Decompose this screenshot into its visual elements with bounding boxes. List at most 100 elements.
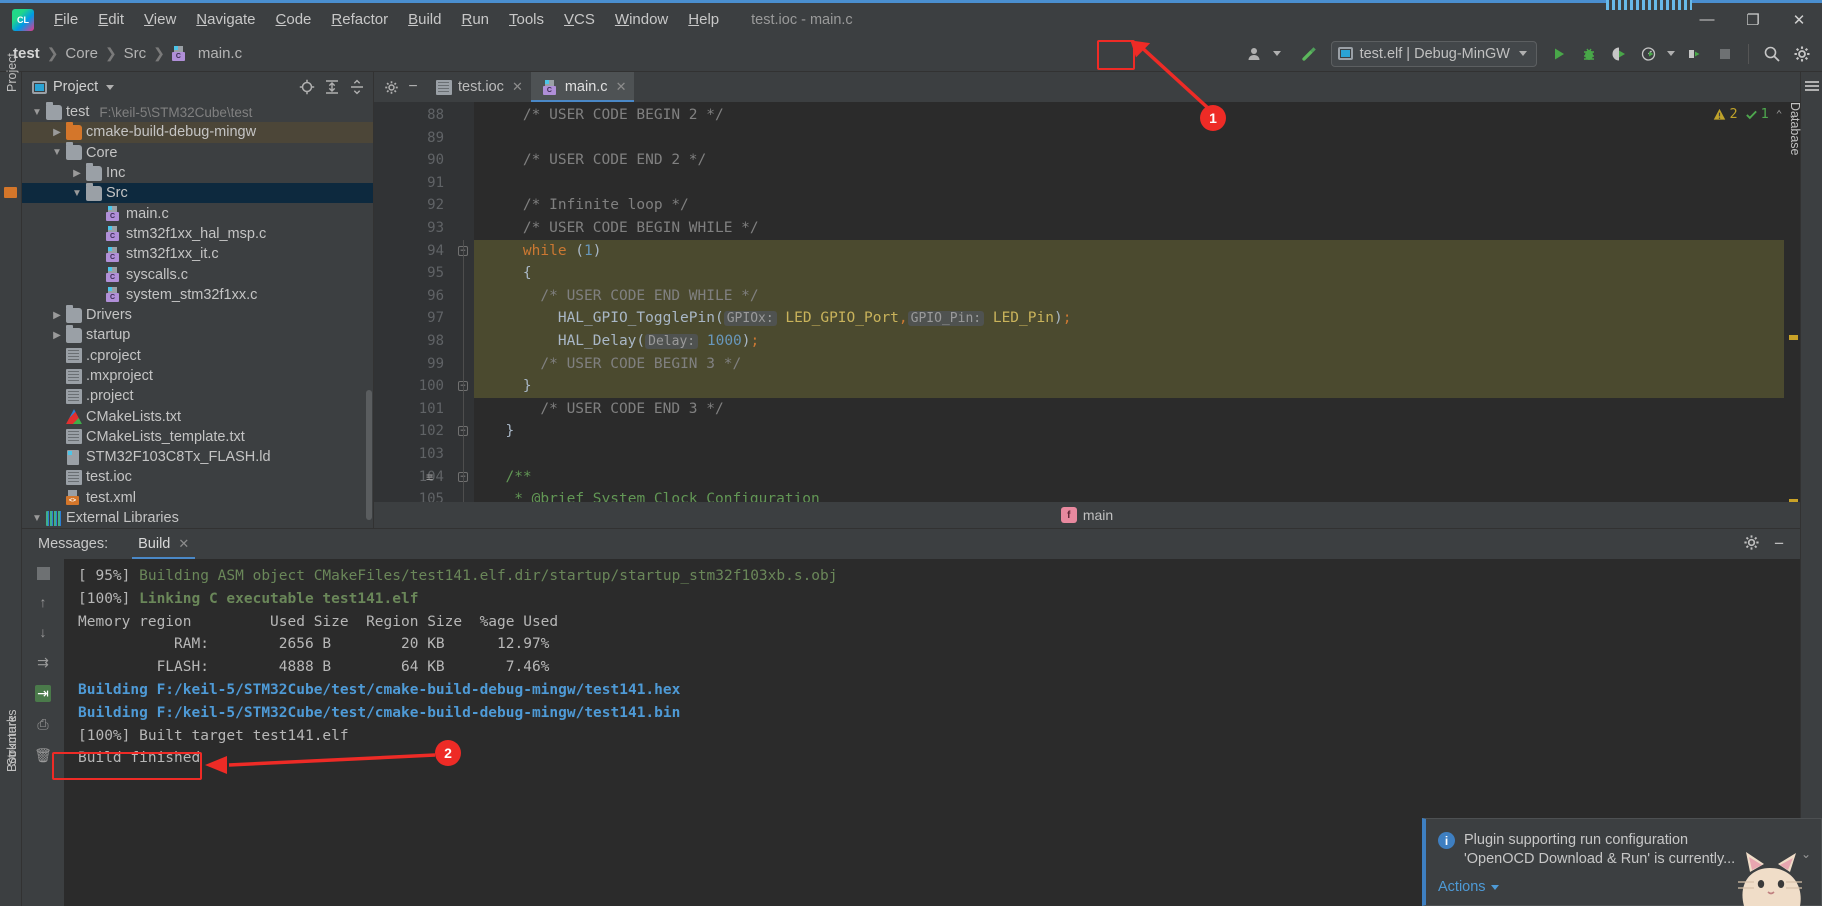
tree-item[interactable]: .mxproject xyxy=(22,366,373,386)
tree-item[interactable]: STM32F103C8Tx_FLASH.ld xyxy=(22,447,373,467)
code-line[interactable]: /* USER CODE BEGIN 2 */ xyxy=(474,104,1784,127)
debug-button[interactable] xyxy=(1575,41,1603,67)
chevron-down-icon[interactable]: ▼ xyxy=(30,513,44,524)
tree-item[interactable]: ▼ Core xyxy=(22,142,373,163)
menu-item-build[interactable]: Build xyxy=(398,8,451,31)
chevron-right-icon[interactable]: ▶ xyxy=(50,127,64,138)
window-drag-handle[interactable] xyxy=(1606,0,1692,10)
tree-item[interactable]: ▶ Inc xyxy=(22,162,373,183)
expand-all-icon[interactable] xyxy=(324,79,340,95)
clear-all-icon[interactable]: 🗑 xyxy=(34,747,52,764)
locate-file-icon[interactable] xyxy=(299,79,315,95)
tree-item[interactable]: .cproject xyxy=(22,346,373,366)
documentation-icon[interactable]: ≡ xyxy=(426,470,433,484)
code-line[interactable]: HAL_GPIO_TogglePin(GPIOx: LED_GPIO_Port,… xyxy=(474,307,1784,330)
code-line[interactable]: /** xyxy=(474,466,1784,489)
code-line[interactable]: } xyxy=(474,420,1784,443)
close-icon[interactable]: ✕ xyxy=(178,536,189,552)
editor-breadcrumb[interactable]: f main xyxy=(374,502,1800,528)
warning-count[interactable]: 2 xyxy=(1713,106,1738,122)
code-folding-gutter[interactable]: −−−− xyxy=(452,102,474,502)
code-line[interactable] xyxy=(474,127,1784,150)
menu-item-tools[interactable]: Tools xyxy=(499,8,554,31)
sidebar-item-project[interactable]: Project xyxy=(5,53,19,92)
menu-item-navigate[interactable]: Navigate xyxy=(186,8,265,31)
tree-item[interactable]: CMakeLists_template.txt xyxy=(22,427,373,447)
collapse-all-icon[interactable] xyxy=(349,79,365,95)
gear-icon[interactable] xyxy=(1743,534,1760,555)
code-line[interactable]: { xyxy=(474,262,1784,285)
tree-item[interactable]: ▶ Drivers xyxy=(22,304,373,325)
code-line[interactable]: /* Infinite loop */ xyxy=(474,194,1784,217)
breadcrumb-item-core[interactable]: Core xyxy=(62,45,101,62)
soft-wrap-icon[interactable]: ⇉ xyxy=(37,654,49,671)
tree-item[interactable]: CMakeLists.txt xyxy=(22,406,373,426)
editor-settings-gear-icon[interactable] xyxy=(380,80,402,95)
code-line[interactable]: /* USER CODE END 3 */ xyxy=(474,398,1784,421)
error-marker[interactable] xyxy=(1789,335,1798,340)
project-scrollbar-thumb[interactable] xyxy=(366,390,372,520)
chevron-down-icon[interactable]: ▼ xyxy=(30,107,44,118)
code-line[interactable]: HAL_Delay(Delay: 1000); xyxy=(474,330,1784,353)
chevron-down-icon[interactable]: ▼ xyxy=(50,147,64,158)
editor-tab-test-ioc[interactable]: test.ioc ✕ xyxy=(424,72,531,102)
project-tree[interactable]: ▼ test F:\keil-5\STM32Cube\test ▶ cmake-buil… xyxy=(22,102,373,528)
stop-button[interactable] xyxy=(1711,41,1739,67)
chevron-down-icon[interactable] xyxy=(1490,884,1499,890)
search-icon[interactable] xyxy=(1758,41,1786,67)
tree-item[interactable]: .project xyxy=(22,386,373,406)
prev-problem-icon[interactable]: ⌃ xyxy=(1776,108,1783,121)
tree-item[interactable]: ▶ cmake-build-debug-mingw xyxy=(22,121,373,143)
inspection-widget[interactable]: 2 1 ⌃ ⌄ xyxy=(1713,106,1796,122)
tree-item[interactable]: stm32f1xx_hal_msp.c xyxy=(22,224,373,244)
code-line[interactable] xyxy=(474,172,1784,195)
minimize-icon[interactable]: − xyxy=(1774,534,1784,554)
attach-to-process-button[interactable] xyxy=(1681,41,1709,67)
code-line[interactable]: /* USER CODE END 2 */ xyxy=(474,149,1784,172)
run-with-coverage-button[interactable] xyxy=(1605,41,1633,67)
code-line[interactable]: /* USER CODE BEGIN 3 */ xyxy=(474,352,1784,376)
code-line[interactable]: /* USER CODE END WHILE */ xyxy=(474,284,1784,308)
profiler-chevron-icon[interactable] xyxy=(1667,51,1675,56)
tree-item[interactable]: main.c xyxy=(22,203,373,223)
chevron-down-icon[interactable]: ▼ xyxy=(70,188,84,199)
user-menu-chevron-icon[interactable] xyxy=(1272,51,1281,56)
user-avatar-icon[interactable] xyxy=(1241,41,1269,67)
code-line[interactable]: while (1) xyxy=(474,239,1784,263)
tree-item[interactable]: ▼ External Libraries xyxy=(22,508,373,528)
tab-build[interactable]: Build ✕ xyxy=(128,529,199,559)
maximize-button[interactable]: ❐ xyxy=(1730,3,1776,36)
menu-item-code[interactable]: Code xyxy=(266,8,322,31)
tree-item[interactable]: system_stm32f1xx.c xyxy=(22,285,373,305)
database-strip-icon[interactable] xyxy=(1805,80,1819,91)
tree-root-item[interactable]: ▼ test F:\keil-5\STM32Cube\test xyxy=(22,102,373,122)
editor-marker-bar[interactable] xyxy=(1784,102,1800,502)
toggle-tasks-icon[interactable]: ⇥ xyxy=(35,685,51,702)
source-code[interactable]: /* USER CODE BEGIN 2 */ /* USER CODE END… xyxy=(474,102,1784,502)
run-configuration-selector[interactable]: test.elf | Debug-MinGW xyxy=(1330,40,1537,67)
ok-count[interactable]: 1 xyxy=(1745,106,1769,122)
menu-item-file[interactable]: File xyxy=(44,8,88,31)
breadcrumb-item-main-c[interactable]: main.c xyxy=(195,45,245,62)
warning-marker[interactable] xyxy=(1789,499,1798,502)
tree-item[interactable]: ▶ startup xyxy=(22,324,373,345)
chevron-right-icon[interactable]: ▶ xyxy=(50,330,64,341)
menu-item-window[interactable]: Window xyxy=(605,8,678,31)
run-button[interactable] xyxy=(1545,41,1573,67)
editor-viewport[interactable]: 88 89 90 91 92 93 94 95 96 97 98 99 100 101 102 103 104 1… xyxy=(374,102,1800,502)
tree-item[interactable]: syscalls.c xyxy=(22,264,373,284)
editor-hide-icon[interactable]: − xyxy=(402,78,424,96)
sidebar-item-structure[interactable]: Structure xyxy=(5,715,19,766)
tree-item[interactable]: stm32f1xx_it.c xyxy=(22,244,373,264)
close-button[interactable]: ✕ xyxy=(1776,3,1822,36)
tree-item[interactable]: test.ioc xyxy=(22,467,373,487)
chevron-right-icon[interactable]: ▶ xyxy=(70,168,84,179)
editor-tab-main-c[interactable]: main.c ✕ xyxy=(530,72,635,102)
menu-item-view[interactable]: View xyxy=(134,8,186,31)
code-line[interactable] xyxy=(474,443,1784,466)
run-config-chevron-icon[interactable] xyxy=(1519,51,1527,56)
project-view-chevron-icon[interactable] xyxy=(106,84,115,90)
stop-build-icon[interactable] xyxy=(36,567,50,580)
tree-item[interactable]: test.xml xyxy=(22,488,373,508)
build-hammer-icon[interactable] xyxy=(1295,41,1323,67)
